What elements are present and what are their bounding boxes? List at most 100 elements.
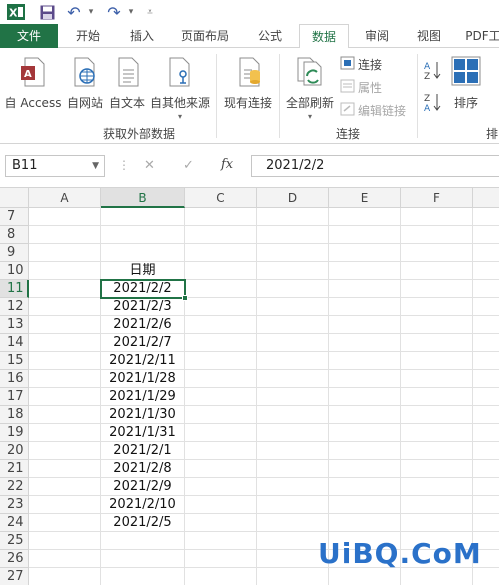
- column-header-b[interactable]: B: [101, 188, 185, 208]
- grid-cell[interactable]: [329, 244, 401, 262]
- row-header[interactable]: 9: [0, 244, 29, 262]
- grid-cell[interactable]: [401, 262, 473, 280]
- grid-cell[interactable]: [401, 514, 473, 532]
- grid-cell[interactable]: [257, 208, 329, 226]
- grid-cell[interactable]: [185, 514, 257, 532]
- grid-cell[interactable]: [329, 370, 401, 388]
- grid-cell[interactable]: [473, 298, 499, 316]
- row-header[interactable]: 21: [0, 460, 29, 478]
- row-header[interactable]: 27: [0, 568, 29, 585]
- grid-cell[interactable]: [185, 208, 257, 226]
- grid-cell[interactable]: [257, 406, 329, 424]
- row-header[interactable]: 22: [0, 478, 29, 496]
- grid-cell[interactable]: [329, 496, 401, 514]
- grid-cell[interactable]: [401, 478, 473, 496]
- grid-cell[interactable]: [29, 334, 101, 352]
- grid-cell[interactable]: [185, 478, 257, 496]
- grid-cell[interactable]: [185, 460, 257, 478]
- row-header[interactable]: 10: [0, 262, 29, 280]
- tab-home[interactable]: 开始: [66, 24, 110, 48]
- grid-cell[interactable]: [401, 280, 473, 298]
- grid-cell[interactable]: [185, 496, 257, 514]
- tab-formulas[interactable]: 公式: [248, 24, 292, 48]
- grid-cell[interactable]: [473, 226, 499, 244]
- row-header[interactable]: 26: [0, 550, 29, 568]
- grid-cell[interactable]: [329, 406, 401, 424]
- tab-insert[interactable]: 插入: [120, 24, 164, 48]
- from-text-button[interactable]: 自文本: [106, 56, 148, 111]
- date-cell[interactable]: 2021/2/9: [101, 478, 185, 496]
- grid-cell[interactable]: [329, 262, 401, 280]
- row-header[interactable]: 24: [0, 514, 29, 532]
- grid-cell[interactable]: [29, 370, 101, 388]
- name-box[interactable]: B11 ▼: [5, 155, 105, 177]
- date-cell[interactable]: [101, 244, 185, 262]
- grid-cell[interactable]: [401, 334, 473, 352]
- grid-cell[interactable]: [29, 424, 101, 442]
- fill-handle[interactable]: [182, 295, 188, 301]
- insert-function-icon[interactable]: fx: [221, 157, 233, 172]
- grid-cell[interactable]: [329, 226, 401, 244]
- grid-cell[interactable]: [29, 550, 101, 568]
- grid-cell[interactable]: [257, 388, 329, 406]
- sort-descending-button[interactable]: ZA: [424, 92, 442, 115]
- grid-cell[interactable]: [473, 280, 499, 298]
- grid-cell[interactable]: [329, 424, 401, 442]
- grid-cell[interactable]: [401, 226, 473, 244]
- grid-cell[interactable]: [185, 532, 257, 550]
- grid-cell[interactable]: [29, 388, 101, 406]
- existing-connections-button[interactable]: 现有连接: [220, 56, 276, 111]
- date-cell[interactable]: 日期: [101, 262, 185, 280]
- grid-cell[interactable]: [29, 316, 101, 334]
- grid-cell[interactable]: [473, 478, 499, 496]
- grid-cell[interactable]: [257, 352, 329, 370]
- date-cell[interactable]: [101, 532, 185, 550]
- grid-cell[interactable]: [29, 208, 101, 226]
- grid-cell[interactable]: [257, 442, 329, 460]
- date-cell[interactable]: [101, 550, 185, 568]
- tab-review[interactable]: 审阅: [356, 24, 398, 48]
- grid-cell[interactable]: [29, 514, 101, 532]
- row-header[interactable]: 20: [0, 442, 29, 460]
- grid-cell[interactable]: [257, 244, 329, 262]
- grid-cell[interactable]: [185, 352, 257, 370]
- grid-cell[interactable]: [29, 460, 101, 478]
- selected-cell-b11[interactable]: [100, 279, 188, 301]
- date-cell[interactable]: 2021/1/29: [101, 388, 185, 406]
- grid-cell[interactable]: [257, 262, 329, 280]
- grid-cell[interactable]: [329, 316, 401, 334]
- grid-cell[interactable]: [29, 226, 101, 244]
- row-header[interactable]: 14: [0, 334, 29, 352]
- row-header[interactable]: 13: [0, 316, 29, 334]
- row-header[interactable]: 25: [0, 532, 29, 550]
- connections-button[interactable]: 连接: [340, 56, 382, 73]
- sort-ascending-button[interactable]: AZ: [424, 60, 442, 83]
- grid-cell[interactable]: [185, 334, 257, 352]
- sort-button[interactable]: 排序: [448, 56, 484, 111]
- grid-cell[interactable]: [185, 226, 257, 244]
- grid-cell[interactable]: [29, 262, 101, 280]
- grid-cell[interactable]: [473, 406, 499, 424]
- enter-icon[interactable]: ✓: [183, 158, 194, 173]
- grid-cell[interactable]: [257, 478, 329, 496]
- grid-cell[interactable]: [29, 406, 101, 424]
- grid-cell[interactable]: [185, 280, 257, 298]
- grid-cell[interactable]: [401, 244, 473, 262]
- tab-data[interactable]: 数据: [299, 24, 349, 49]
- formula-input[interactable]: 2021/2/2: [251, 155, 499, 177]
- grid-cell[interactable]: [329, 208, 401, 226]
- grid-cell[interactable]: [401, 568, 473, 585]
- grid-cell[interactable]: [401, 496, 473, 514]
- grid-cell[interactable]: [473, 208, 499, 226]
- row-header[interactable]: 8: [0, 226, 29, 244]
- grid-cell[interactable]: [257, 496, 329, 514]
- grid-cell[interactable]: [473, 460, 499, 478]
- grid-cell[interactable]: [329, 568, 401, 585]
- grid-cell[interactable]: [257, 370, 329, 388]
- date-cell[interactable]: 2021/2/1: [101, 442, 185, 460]
- grid-cell[interactable]: [473, 496, 499, 514]
- grid-cell[interactable]: [329, 514, 401, 532]
- column-header-g[interactable]: [473, 188, 499, 208]
- grid-cell[interactable]: [185, 316, 257, 334]
- row-header[interactable]: 17: [0, 388, 29, 406]
